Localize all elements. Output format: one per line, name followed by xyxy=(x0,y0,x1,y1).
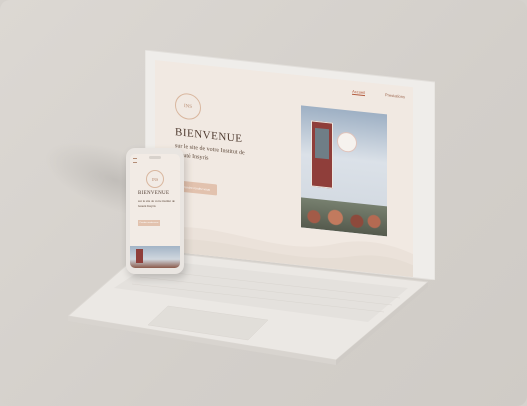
door-image xyxy=(311,120,333,189)
site-logo[interactable]: INS xyxy=(175,92,201,121)
laptop-keyboard-deck xyxy=(68,250,428,365)
site-nav: Accueil Prestations xyxy=(352,88,405,101)
website-desktop: Accueil Prestations INS BIENVENUE sur le… xyxy=(155,60,413,278)
phone-notch xyxy=(149,156,161,159)
sign-image xyxy=(337,131,357,154)
nav-accueil[interactable]: Accueil xyxy=(352,88,365,97)
mockup-canvas: Accueil Prestations INS BIENVENUE sur le… xyxy=(0,0,527,406)
site-subtitle: sur le site de votre Institut de beauté … xyxy=(175,143,245,162)
phone-appointment-button[interactable]: Prendre rendez-vous xyxy=(138,220,160,226)
laptop-screen: Accueil Prestations INS BIENVENUE sur le… xyxy=(145,50,435,280)
nav-prestations[interactable]: Prestations xyxy=(385,92,405,100)
storefront-photo xyxy=(301,105,387,237)
phone-site-subtitle: sur le site de votre institut de beauté … xyxy=(138,199,175,208)
hamburger-icon[interactable] xyxy=(133,158,137,163)
laptop-base xyxy=(68,250,428,365)
phone-site-title: BIENVENUE xyxy=(138,191,170,196)
phone-site-logo[interactable]: INS xyxy=(146,170,164,188)
phone-storefront-photo xyxy=(130,246,180,268)
phone-screen: INS BIENVENUE sur le site de votre insti… xyxy=(130,154,180,268)
phone-device: INS BIENVENUE sur le site de votre insti… xyxy=(126,148,184,274)
